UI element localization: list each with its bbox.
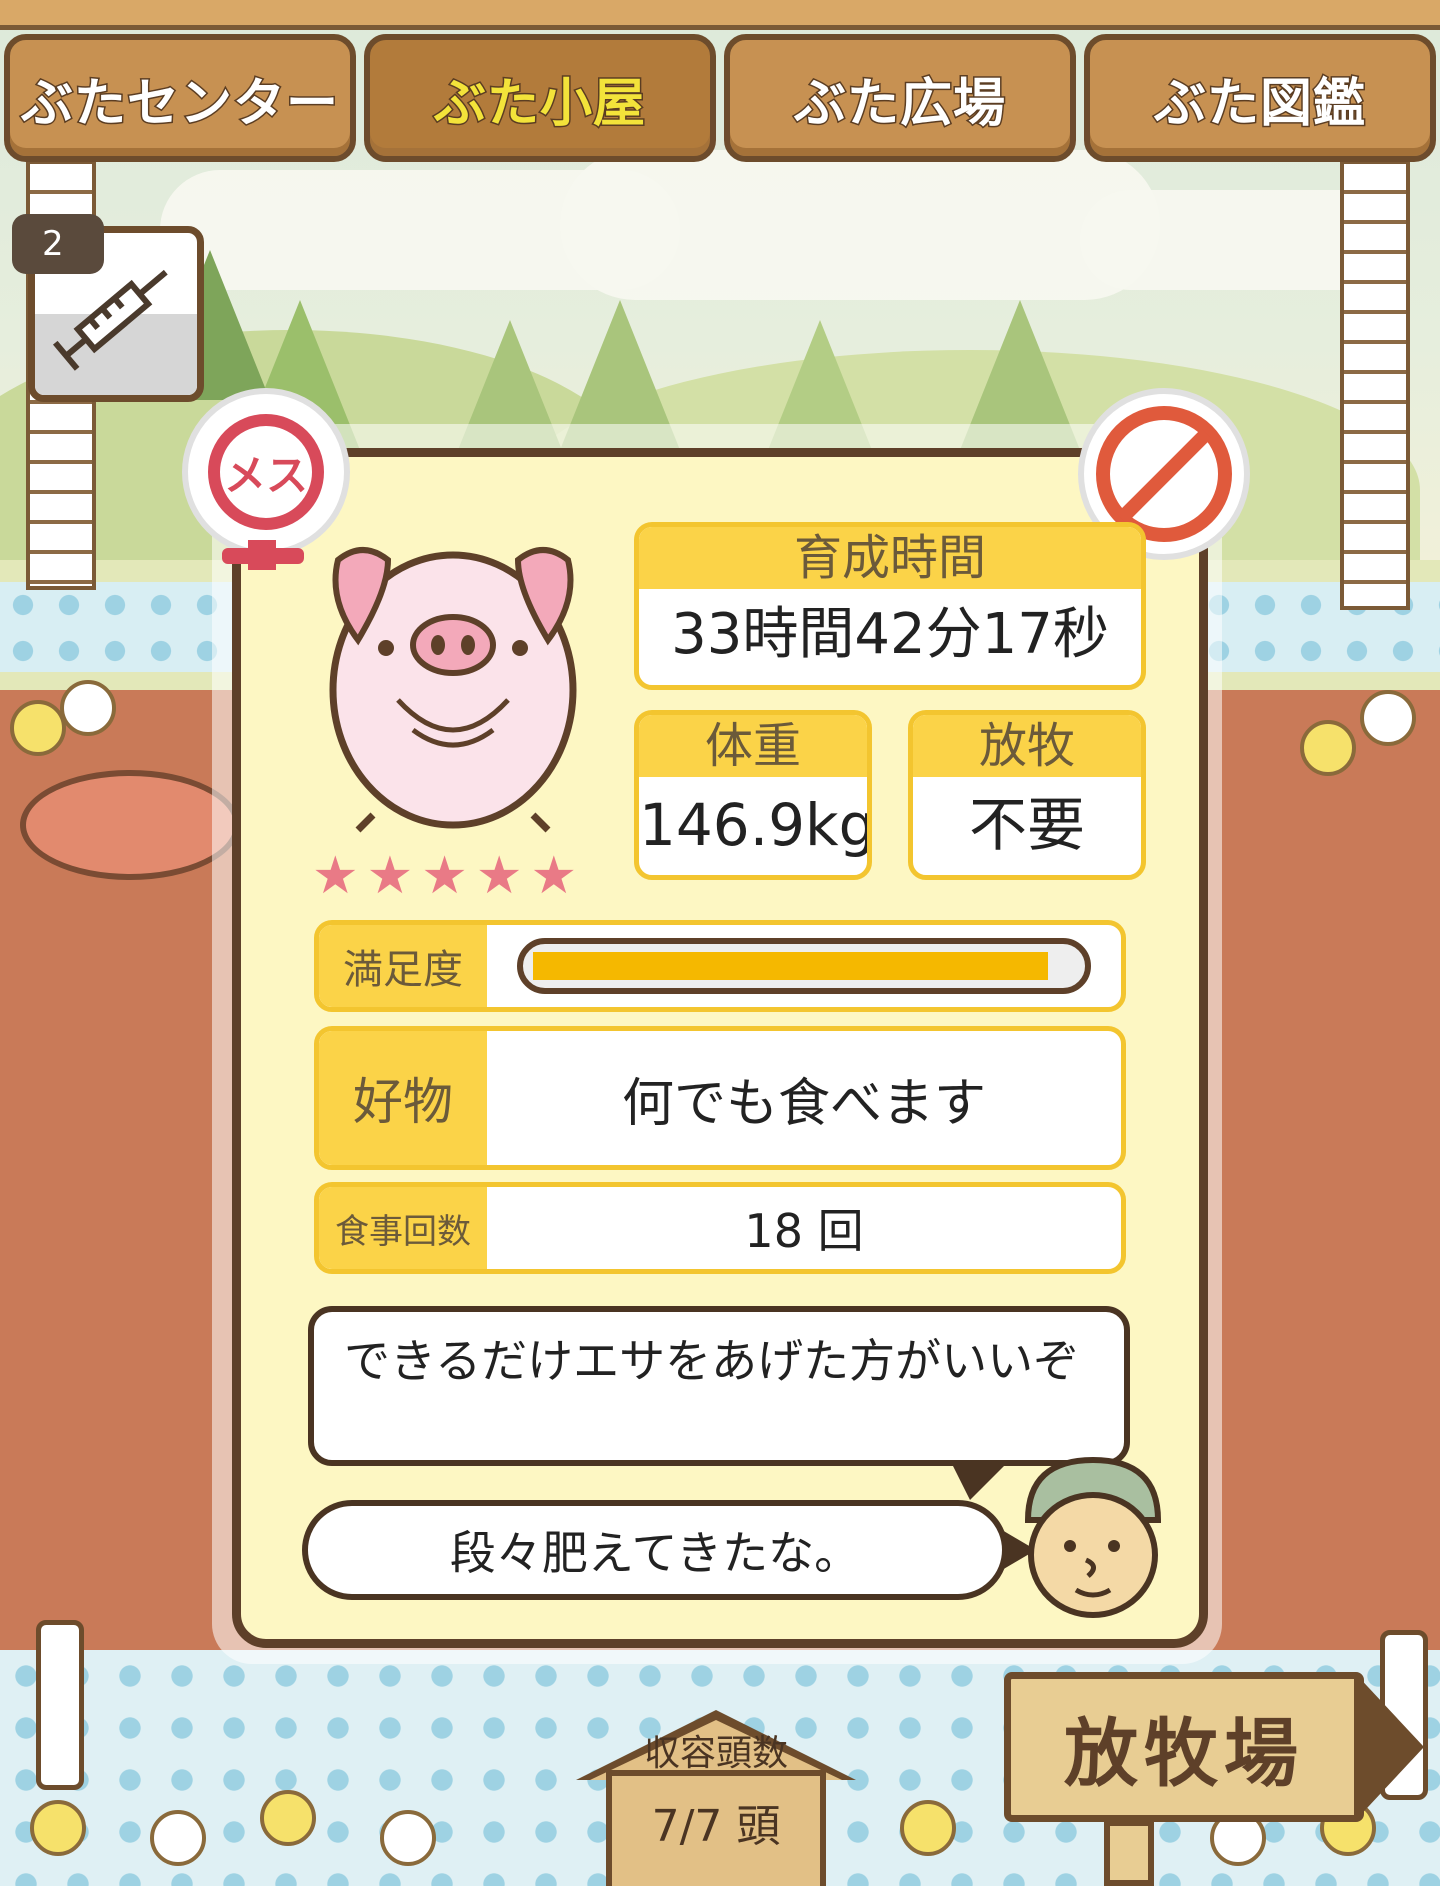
- weight-value: 146.9kg: [639, 791, 872, 859]
- flower: [60, 680, 116, 736]
- star-icon: ★: [475, 846, 523, 906]
- gender-label: メス: [223, 450, 308, 500]
- comment-text: 段々肥えてきたな。: [449, 1526, 861, 1580]
- satisfaction-label: 満足度: [319, 925, 487, 1007]
- weight-box: 体重 146.9kg: [634, 710, 872, 880]
- grazing-box: 放牧 不要: [908, 710, 1146, 880]
- comment-bubble: 段々肥えてきたな。: [302, 1500, 1008, 1600]
- pasture-arrow-tip: [1354, 1672, 1424, 1822]
- cloud: [560, 150, 1160, 300]
- flower: [380, 1810, 436, 1866]
- flower: [1300, 720, 1356, 776]
- item-count-badge: 2: [12, 214, 104, 274]
- tab-label: ぶた小屋: [432, 72, 646, 135]
- star-icon: ★: [421, 846, 468, 906]
- tab-label: ぶた図鑑: [1152, 72, 1366, 135]
- star-icon: ★: [312, 846, 359, 906]
- nav-beam: [0, 0, 1440, 30]
- raising-time-value: 33時間42分17秒: [671, 602, 1109, 667]
- favorite-food-row: 好物 何でも食べます: [314, 1026, 1126, 1170]
- satisfaction-bar-wrap: [487, 925, 1121, 1007]
- flower: [1360, 690, 1416, 746]
- top-nav: ぶたセンター ぶた小屋 ぶた広場 ぶた図鑑: [0, 0, 1440, 170]
- favorite-label: 好物: [319, 1031, 487, 1165]
- star-icon: ★: [530, 846, 578, 906]
- tab-pig-barn[interactable]: ぶた小屋: [364, 34, 716, 162]
- brick-pillar: [1340, 160, 1410, 610]
- flower: [30, 1800, 86, 1856]
- pasture-sign-pole: [1104, 1820, 1154, 1886]
- tab-pig-center[interactable]: ぶたセンター: [4, 34, 356, 162]
- weight-label: 体重: [639, 715, 867, 777]
- tab-pig-plaza[interactable]: ぶた広場: [724, 34, 1076, 162]
- meals-value: 18 回: [744, 1204, 864, 1258]
- satisfaction-bar-fill: [533, 952, 1048, 980]
- tab-label: ぶたセンター: [19, 72, 339, 135]
- pasture-board: 放牧場: [1004, 1672, 1364, 1822]
- female-icon: メス: [208, 414, 324, 530]
- satisfaction-row: 満足度: [314, 920, 1126, 1012]
- item-count: 2: [42, 224, 64, 264]
- pig-portrait: [329, 547, 577, 833]
- favorite-value: 何でも食べます: [621, 1073, 986, 1134]
- feed-bowl: [20, 770, 240, 880]
- farmer-avatar: [1024, 1456, 1162, 1618]
- tab-pig-encyclopedia[interactable]: ぶた図鑑: [1084, 34, 1436, 162]
- capacity-label: 収容頭数: [643, 1733, 788, 1774]
- raising-time-box: 育成時間 33時間42分17秒: [634, 522, 1146, 690]
- satisfaction-bar: [517, 938, 1091, 994]
- bubble-tail: [950, 1460, 1010, 1500]
- flower: [260, 1790, 316, 1846]
- advice-text: できるだけエサをあげた方がいいぞ: [344, 1334, 1080, 1388]
- pasture-label: 放牧場: [1064, 1710, 1304, 1797]
- star-icon: ★: [366, 846, 414, 906]
- raising-time-label: 育成時間: [639, 527, 1141, 589]
- female-symbol-bar: [222, 548, 304, 564]
- pasture-button[interactable]: 放牧場: [1004, 1672, 1424, 1822]
- tab-label: ぶた広場: [792, 72, 1006, 135]
- flower: [150, 1810, 206, 1866]
- fence-post: [36, 1620, 84, 1790]
- meals-label: 食事回数: [319, 1187, 487, 1269]
- meal-count-row: 食事回数 18 回: [314, 1182, 1126, 1274]
- grazing-value: 不要: [968, 791, 1085, 859]
- grazing-label: 放牧: [913, 715, 1141, 777]
- flower: [10, 700, 66, 756]
- advice-bubble: できるだけエサをあげた方がいいぞ: [308, 1306, 1130, 1466]
- rating-stars: ★ ★ ★ ★ ★: [312, 850, 577, 902]
- flower: [900, 1800, 956, 1856]
- capacity-value: 7/7 頭: [651, 1801, 781, 1852]
